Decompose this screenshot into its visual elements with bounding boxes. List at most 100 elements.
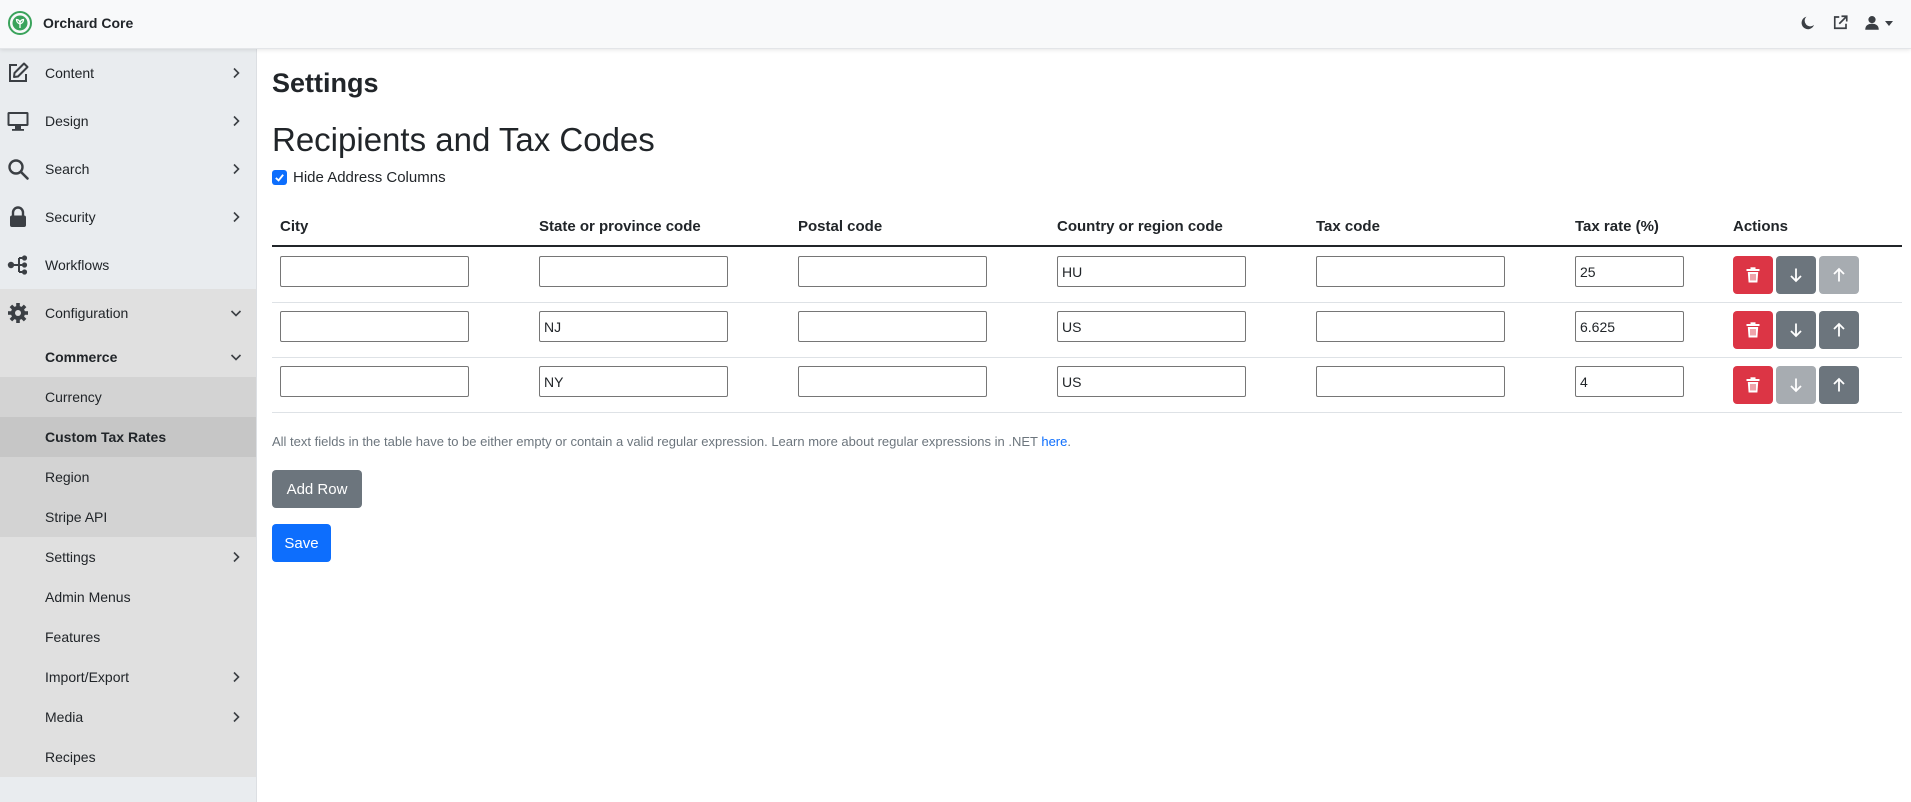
sidebar-item-import-export[interactable]: Import/Export [0,657,256,697]
regex-help-text: All text fields in the table have to be … [272,434,1071,449]
configuration-submenu: Commerce Currency Custom Tax Rates Regio… [0,337,256,777]
column-header-tax-code: Tax code [1316,218,1380,235]
user-icon [1865,16,1879,30]
sidebar-item-workflows[interactable]: Workflows [0,241,256,289]
tax-code-input[interactable] [1316,256,1505,287]
orchard-core-logo-icon [8,11,32,35]
postal-code-input[interactable] [798,311,987,342]
help-text-end: . [1067,434,1071,449]
postal-code-input[interactable] [798,256,987,287]
brand[interactable]: Orchard Core [8,11,133,35]
tax-rate-input[interactable] [1575,256,1684,287]
sidebar-item-custom-tax-rates[interactable]: Custom Tax Rates [0,417,256,457]
sidebar-item-label: Stripe API [45,509,108,525]
sidebar-item-label: Design [45,113,89,129]
arrow-down-icon [1790,323,1802,338]
city-input[interactable] [280,256,469,287]
regex-help-link[interactable]: here [1041,434,1067,449]
external-link-icon[interactable] [1831,14,1849,32]
hide-address-checkbox[interactable] [272,170,287,185]
column-header-tax-rate: Tax rate (%) [1575,218,1659,235]
sidebar-item-stripe-api[interactable]: Stripe API [0,497,256,537]
column-header-postal: Postal code [798,218,883,235]
sidebar-item-label: Security [45,209,96,225]
sidebar-item-features[interactable]: Features [0,617,256,657]
lock-icon [10,206,26,227]
column-header-country: Country or region code [1057,218,1223,235]
state-input[interactable] [539,366,728,397]
column-header-state: State or province code [539,218,701,235]
table-row [272,303,1902,358]
move-down-button[interactable] [1776,366,1816,404]
sidebar-item-commerce[interactable]: Commerce [0,337,256,377]
chevron-right-icon [233,711,240,723]
chevron-down-icon [1885,20,1893,26]
state-input[interactable] [539,311,728,342]
hide-address-label: Hide Address Columns [293,169,446,186]
move-up-button[interactable] [1819,366,1859,404]
postal-code-input[interactable] [798,366,987,397]
sidebar-item-recipes[interactable]: Recipes [0,737,256,777]
state-input[interactable] [539,256,728,287]
delete-row-button[interactable] [1733,366,1773,404]
sidebar-item-label: Region [45,469,90,485]
chevron-down-icon [230,354,242,361]
gear-icon [8,303,28,323]
table-row [272,358,1902,413]
tax-rate-input[interactable] [1575,366,1684,397]
tax-code-input[interactable] [1316,311,1505,342]
search-icon [8,159,29,180]
add-row-button[interactable]: Add Row [272,470,362,508]
sidebar-item-admin-menus[interactable]: Admin Menus [0,577,256,617]
move-down-button[interactable] [1776,256,1816,294]
tax-rate-input[interactable] [1575,311,1684,342]
sidebar-item-media[interactable]: Media [0,697,256,737]
chevron-right-icon [233,551,240,563]
trash-icon [1746,267,1760,283]
sidebar-item-security[interactable]: Security [0,193,256,241]
sidebar-item-label: Features [45,629,101,645]
moon-icon[interactable] [1799,14,1817,32]
sidebar-item-label: Currency [45,389,102,405]
sidebar-item-currency[interactable]: Currency [0,377,256,417]
column-header-actions: Actions [1733,218,1789,235]
sidebar-item-settings[interactable]: Settings [0,537,256,577]
sidebar-item-design[interactable]: Design [0,97,256,145]
sidebar-item-label: Media [45,709,84,725]
table-header: City State or province code Postal code … [272,209,1902,247]
trash-icon [1746,322,1760,338]
monitor-icon [7,112,29,131]
column-header-city: City [280,218,309,235]
country-input[interactable] [1057,311,1246,342]
sidebar-item-label: Configuration [45,305,129,321]
commerce-submenu: Currency Custom Tax Rates Region Stripe … [0,377,256,537]
country-input[interactable] [1057,366,1246,397]
sidebar-item-configuration[interactable]: Configuration [0,289,256,337]
save-button[interactable]: Save [272,524,331,562]
arrow-up-icon [1833,322,1845,337]
tax-code-input[interactable] [1316,366,1505,397]
arrow-up-icon [1833,267,1845,282]
sidebar-item-search[interactable]: Search [0,145,256,193]
sidebar-item-content[interactable]: Content [0,49,256,97]
country-input[interactable] [1057,256,1246,287]
sidebar-item-label: Search [45,161,90,177]
move-down-button[interactable] [1776,311,1816,349]
section-title: Recipients and Tax Codes [272,121,655,158]
delete-row-button[interactable] [1733,256,1773,294]
arrow-up-icon [1833,377,1845,392]
top-actions [1785,14,1893,32]
hide-address-columns-toggle[interactable]: Hide Address Columns [272,169,446,186]
arrow-down-icon [1790,268,1802,283]
sidebar-item-label: Custom Tax Rates [45,429,167,445]
sidebar-item-label: Recipes [45,749,96,765]
city-input[interactable] [280,366,469,397]
user-menu[interactable] [1863,14,1893,32]
chevron-right-icon [233,67,240,79]
move-up-button[interactable] [1819,256,1859,294]
sidebar-item-region[interactable]: Region [0,457,256,497]
delete-row-button[interactable] [1733,311,1773,349]
city-input[interactable] [280,311,469,342]
move-up-button[interactable] [1819,311,1859,349]
sidebar-item-label: Workflows [45,257,110,273]
